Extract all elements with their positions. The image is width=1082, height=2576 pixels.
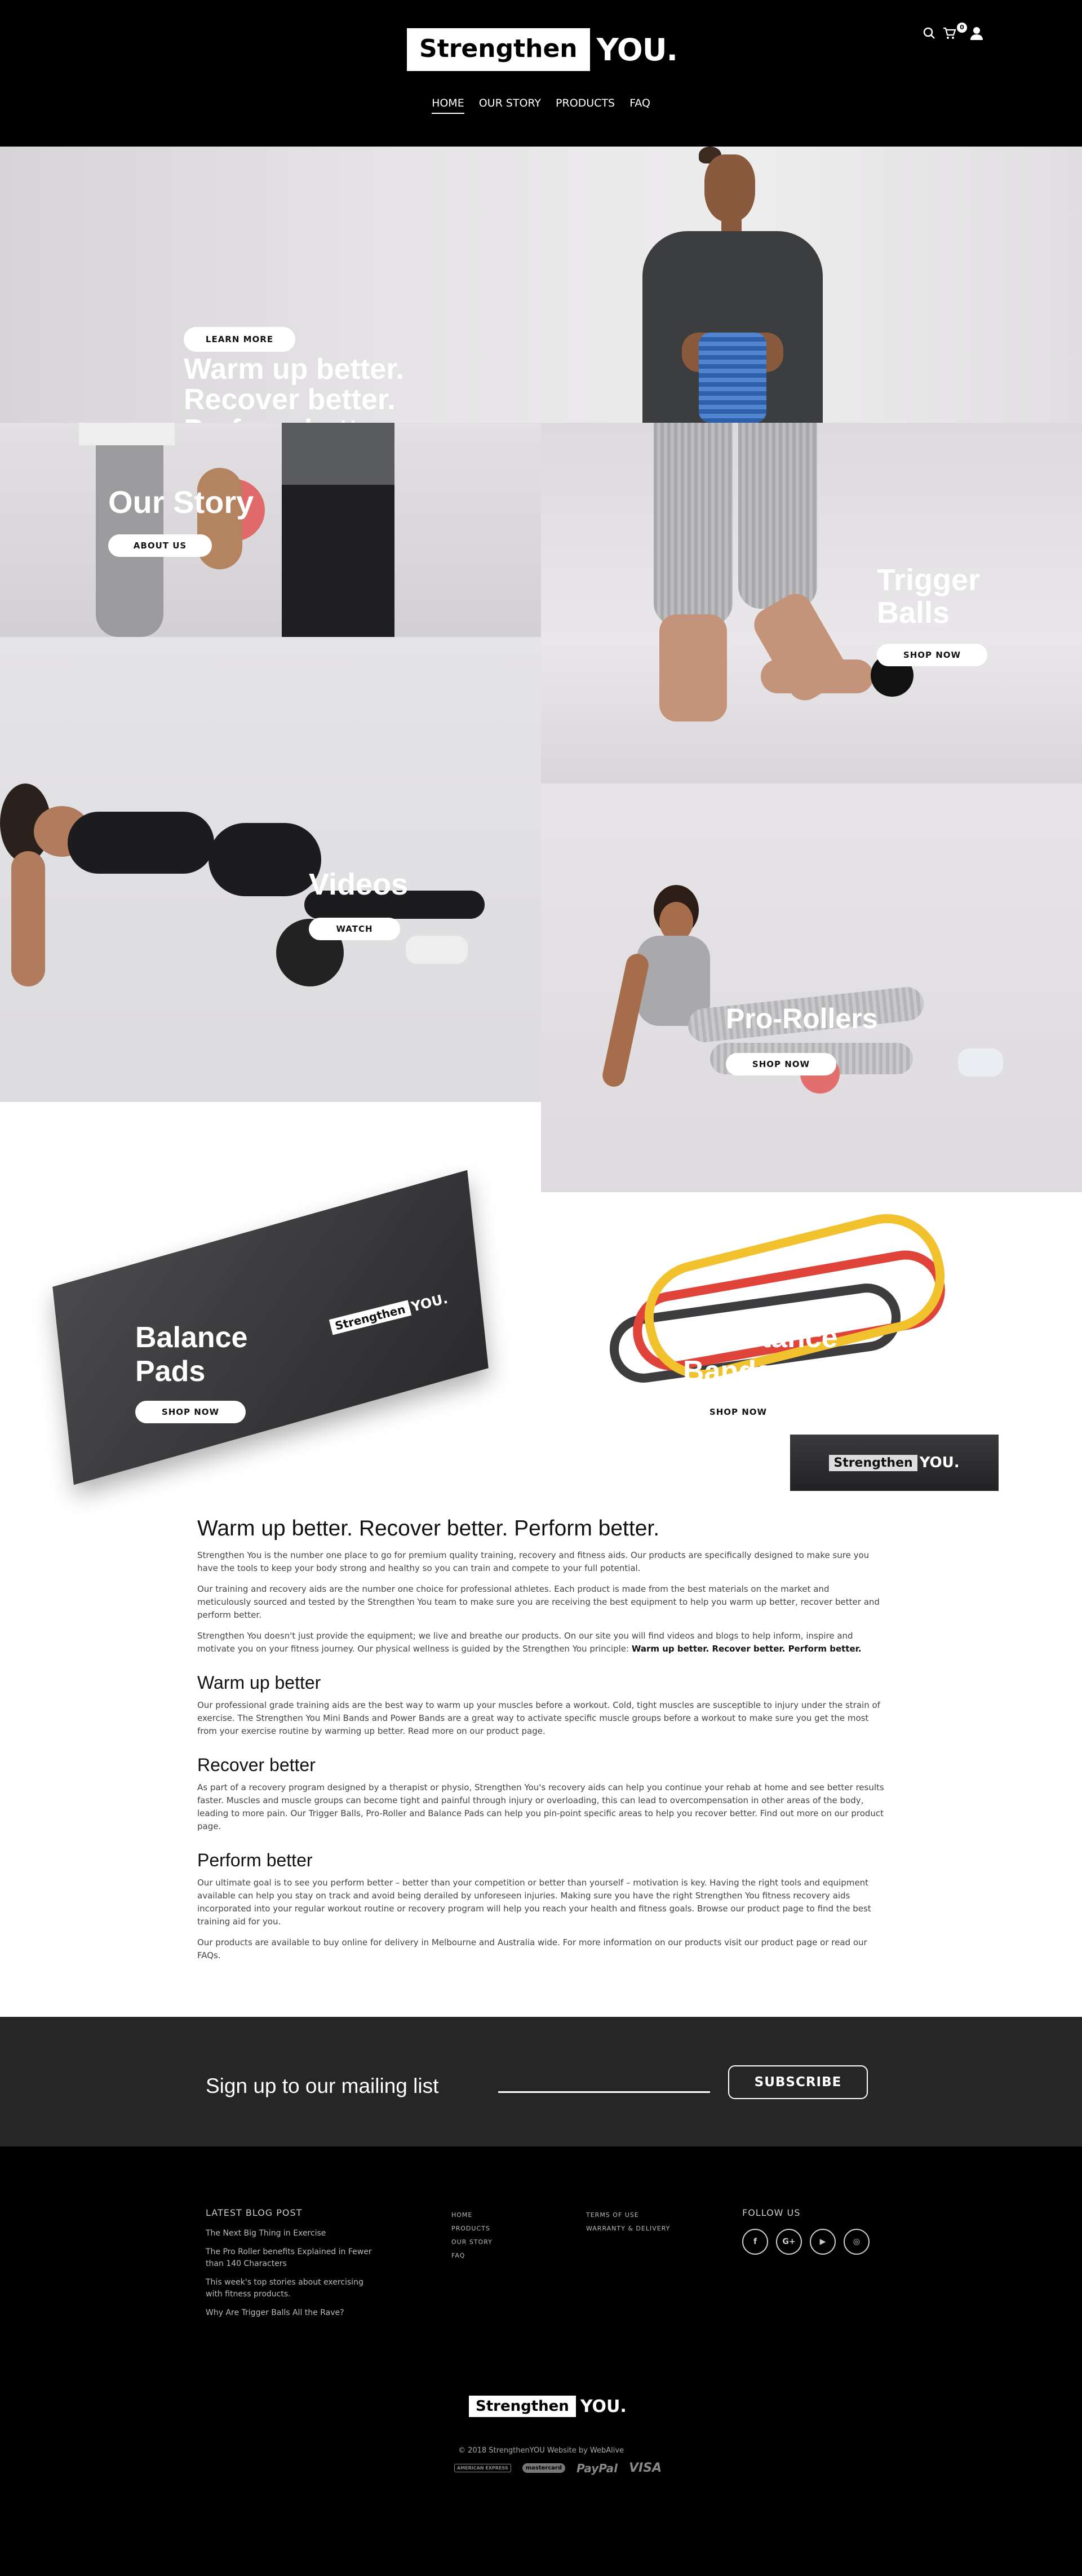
- youtube-icon[interactable]: ▶: [810, 2229, 836, 2255]
- content-heading: Warm up better. Recover better. Perform …: [197, 1516, 660, 1541]
- videos-title: Videos: [309, 867, 409, 901]
- mailing-list-section: [0, 2017, 1082, 2146]
- story-title: Our Story: [108, 484, 254, 520]
- warm-up-heading: Warm up better: [197, 1672, 321, 1693]
- rollers-title: Pro-Rollers: [726, 1003, 878, 1034]
- hero-line-2: Recover better.: [184, 383, 396, 416]
- balance-title-line-2: Pads: [135, 1355, 206, 1388]
- final-paragraph: Our products are available to buy online…: [197, 1937, 867, 1960]
- amex-icon: AMERICAN EXPRESS: [454, 2464, 511, 2472]
- perform-paragraph: Our ultimate goal is to see you perform …: [197, 1878, 871, 1927]
- payment-methods: AMERICAN EXPRESS mastercard PayPal VISA: [454, 2461, 662, 2475]
- copyright-text: © 2018 StrengthenYOU Website by WebAlive: [458, 2446, 624, 2455]
- watch-button[interactable]: WATCH: [309, 918, 400, 940]
- nav-home[interactable]: HOME: [432, 97, 464, 114]
- blog-post-link[interactable]: Why Are Trigger Balls All the Rave?: [206, 2307, 375, 2319]
- hero-banner: Warm up better. Recover better. Perform …: [0, 147, 1082, 445]
- footer-link-products[interactable]: PRODUCTS: [451, 2222, 493, 2236]
- trigger-title: Trigger Balls: [877, 564, 980, 629]
- trigger-title-line-1: Trigger: [877, 563, 981, 597]
- panel-pro-rollers[interactable]: Pro-Rollers SHOP NOW: [541, 784, 1082, 1192]
- nav-products[interactable]: PRODUCTS: [556, 97, 615, 114]
- story-image: [0, 423, 541, 637]
- main-nav: HOME OUR STORY PRODUCTS FAQ: [0, 97, 1082, 114]
- learn-more-button[interactable]: LEARN MORE: [184, 327, 295, 352]
- balance-pad-product[interactable]: Strengthen YOU. Balance Pads SHOP NOW: [0, 1170, 541, 1497]
- footer-logo[interactable]: Strengthen YOU.: [469, 2396, 627, 2417]
- resistance-bands-product[interactable]: Strengthen YOU. Resistance Bands SHOP NO…: [541, 1192, 1082, 1497]
- balance-pad-image: [52, 1170, 489, 1485]
- footer-link-warranty[interactable]: WARRANTY & DELIVERY: [586, 2222, 670, 2236]
- bands-title-line-2: Bands: [683, 1355, 773, 1388]
- panel-trigger-balls[interactable]: Trigger Balls SHOP NOW: [541, 423, 1082, 784]
- footer-link-home[interactable]: HOME: [451, 2208, 493, 2222]
- bands-title-line-1: Resistance: [683, 1321, 838, 1354]
- search-icon[interactable]: [922, 26, 937, 41]
- hero-model-image: [620, 147, 845, 423]
- seo-content: Warm up better. Recover better. Perform …: [197, 1516, 885, 1970]
- perform-heading: Perform better: [197, 1850, 313, 1870]
- site-logo[interactable]: Strengthen YOU.: [407, 28, 678, 71]
- rollers-image: [541, 784, 1082, 1192]
- content-paragraph-1: Strengthen You is the number one place t…: [197, 1550, 870, 1573]
- recover-paragraph: As part of a recovery program designed b…: [197, 1782, 884, 1831]
- email-input-line[interactable]: [498, 2091, 710, 2093]
- logo-box-text: Strengthen: [407, 28, 590, 71]
- blog-list: The Next Big Thing in Exercise The Pro R…: [206, 2228, 375, 2319]
- recover-heading: Recover better: [197, 1755, 316, 1775]
- trigger-shop-now-button[interactable]: SHOP NOW: [877, 644, 987, 666]
- bands-brand-box: Strengthen: [829, 1454, 917, 1471]
- panel-our-story[interactable]: Our Story ABOUT US: [0, 423, 541, 637]
- social-links: f G+ ▶ ◎: [742, 2229, 870, 2255]
- site-footer: [0, 2146, 1082, 2576]
- instagram-icon[interactable]: ◎: [844, 2229, 870, 2255]
- blog-post-link[interactable]: This week's top stories about exercising…: [206, 2277, 375, 2300]
- nav-faq[interactable]: FAQ: [629, 97, 650, 114]
- facebook-icon[interactable]: f: [742, 2229, 768, 2255]
- mastercard-icon: mastercard: [522, 2463, 565, 2473]
- content-paragraph-3: Strengthen You doesn't just provide the …: [197, 1630, 885, 1656]
- cart-count-badge: 0: [957, 23, 967, 33]
- user-icon[interactable]: [969, 26, 984, 41]
- site-header: [0, 0, 1082, 147]
- footer-link-terms[interactable]: TERMS OF USE: [586, 2208, 670, 2222]
- footer-link-our-story[interactable]: OUR STORY: [451, 2236, 493, 2249]
- warm-up-paragraph: Our professional grade training aids are…: [197, 1700, 880, 1736]
- content-paragraph-2: Our training and recovery aids are the n…: [197, 1584, 880, 1620]
- balance-title-line-1: Balance: [135, 1321, 248, 1354]
- about-us-button[interactable]: ABOUT US: [108, 534, 212, 557]
- balance-shop-now-button[interactable]: SHOP NOW: [135, 1401, 246, 1423]
- videos-image: [0, 637, 541, 1102]
- blog-post-link[interactable]: The Pro Roller benefits Explained in Few…: [206, 2246, 375, 2270]
- blog-heading: LATEST BLOG POST: [206, 2207, 303, 2218]
- visa-icon: VISA: [629, 2461, 662, 2475]
- mini-band-image: Strengthen YOU.: [790, 1435, 999, 1491]
- trigger-image: [541, 423, 1082, 784]
- footer-logo-box: Strengthen: [469, 2396, 576, 2417]
- mailing-title: Sign up to our mailing list: [206, 2074, 439, 2097]
- footer-legal: TERMS OF USE WARRANTY & DELIVERY: [586, 2208, 670, 2236]
- bands-shop-now-button[interactable]: SHOP NOW: [683, 1401, 793, 1423]
- trigger-title-line-2: Balls: [877, 596, 950, 630]
- panel-videos[interactable]: Videos WATCH: [0, 637, 541, 1102]
- content-principle-bold: Warm up better. Recover better. Perform …: [631, 1644, 862, 1654]
- footer-link-faq[interactable]: FAQ: [451, 2249, 493, 2263]
- blog-post-link[interactable]: The Next Big Thing in Exercise: [206, 2228, 375, 2239]
- hero-line-1: Warm up better.: [184, 353, 405, 386]
- cart-icon[interactable]: [942, 26, 957, 41]
- rollers-shop-now-button[interactable]: SHOP NOW: [726, 1053, 836, 1075]
- follow-heading: FOLLOW US: [742, 2207, 801, 2218]
- logo-you-text: YOU.: [596, 32, 678, 68]
- balance-title: Balance Pads: [135, 1321, 247, 1388]
- footer-logo-you: YOU.: [580, 2396, 627, 2416]
- bands-brand-you: YOU.: [919, 1454, 960, 1471]
- bands-title: Resistance Bands: [683, 1321, 838, 1388]
- product-features: Strengthen YOU. Balance Pads SHOP NOW St…: [0, 1170, 1082, 1497]
- footer-nav: HOME PRODUCTS OUR STORY FAQ: [451, 2208, 493, 2263]
- paypal-icon: PayPal: [576, 2461, 618, 2475]
- google-plus-icon[interactable]: G+: [776, 2229, 802, 2255]
- nav-our-story[interactable]: OUR STORY: [479, 97, 541, 114]
- subscribe-button[interactable]: SUBSCRIBE: [728, 2065, 868, 2099]
